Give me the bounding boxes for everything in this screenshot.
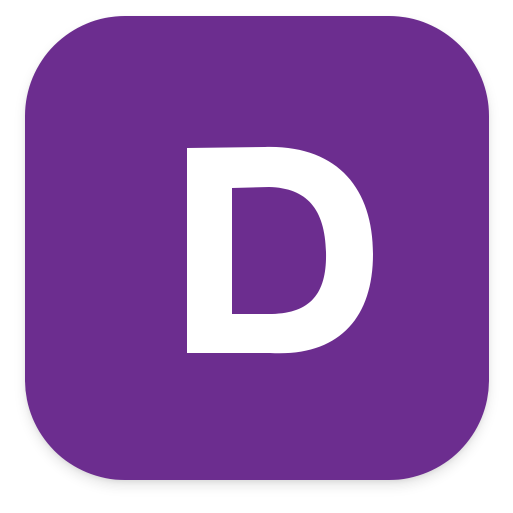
letter-d-icon <box>187 146 373 354</box>
app-icon-canvas <box>0 0 513 513</box>
app-icon[interactable] <box>25 16 489 480</box>
letter-d-glyph <box>187 146 373 354</box>
